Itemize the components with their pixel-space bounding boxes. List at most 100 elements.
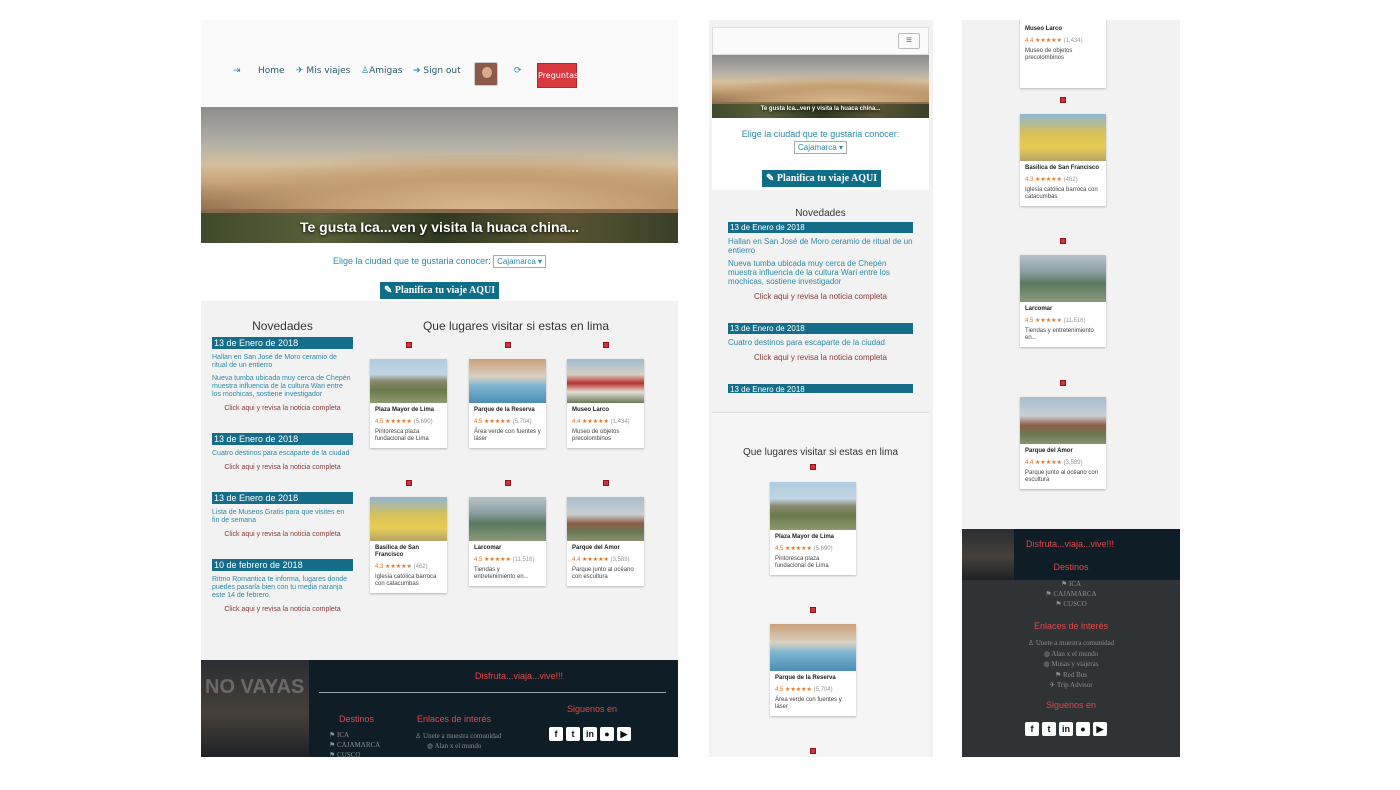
login-icon[interactable]: ⇥ [233, 66, 241, 76]
nav-signout[interactable]: ➔ Sign out [413, 66, 461, 76]
place-card[interactable]: Plaza Mayor de Lima 4.5 ★★★★★ (5,690) Pint… [370, 359, 447, 448]
place-card[interactable]: Parque del Amor 4.4 ★★★★★ (3,589) Parque j… [567, 497, 644, 586]
place-card[interactable]: Museo Larco 4.4 ★★★★★ (1,434) Museo de obj… [567, 359, 644, 448]
place-name: Larcomar [474, 545, 502, 551]
place-card[interactable]: Plaza Mayor de Lima 4.5 ★★★★★ (5,690) Pint… [770, 482, 856, 575]
destino-label: CAJAMARCA [337, 741, 381, 749]
city-select[interactable]: Cajamarca ▾ [493, 255, 547, 268]
rating-count: (462) [1063, 177, 1078, 183]
place-card[interactable]: Larcomar 4.5 ★★★★★ (11,516) Tiendas y entr… [469, 497, 546, 586]
place-rating: 4.3 ★★★★★ (462) [1025, 176, 1101, 183]
place-card[interactable]: Parque de la Reserva 4.5 ★★★★★ (5,704) Áre… [770, 624, 856, 716]
city-chooser: Elige la ciudad que te gustaria conocer:… [201, 255, 678, 268]
facebook-icon[interactable]: f [1025, 722, 1039, 736]
place-card[interactable]: Basilica de San Francisco 4.3 ★★★★★ (462)… [370, 497, 447, 593]
city-select[interactable]: Cajamarca ▾ [794, 141, 847, 154]
rating-value: 4.3 [1025, 177, 1034, 183]
youtube-icon[interactable]: ▶ [617, 727, 631, 741]
place-card[interactable]: Parque de la Reserva 4.5 ★★★★★ (5,704) Áre… [469, 359, 546, 448]
twitter-icon[interactable]: t [1042, 722, 1056, 736]
enlace-link[interactable]: ♙ Unete a muestra comunidad [962, 638, 1180, 649]
news-link[interactable]: Cuatro destinos para escaparte de la ciu… [728, 338, 913, 347]
enlace-link[interactable]: ✈ Trip Advisor [962, 680, 1180, 691]
apple-icon[interactable]: ● [1076, 722, 1090, 736]
news-link[interactable]: Ritmo Romantica te informa, lugares dond… [212, 576, 353, 600]
news-readmore[interactable]: Click aqui y revisa la noticia completa [212, 531, 353, 538]
places-title: Que lugares visitar si estas en lima [422, 319, 610, 333]
twitter-icon[interactable]: t [566, 727, 580, 741]
facebook-icon[interactable]: f [549, 727, 563, 741]
enlace-link[interactable]: ◍ Alan x el mundo [415, 741, 501, 751]
star-icons: ★★★★★ [582, 557, 609, 563]
news-link[interactable]: Lista de Museos Gratis para que visites … [212, 509, 353, 525]
news-link[interactable]: Hallan en San José de Moro ceramio de ri… [212, 354, 353, 370]
place-card[interactable]: Museo Larco 4.4 ★★★★★ (1,434) Museo de obj… [1020, 20, 1106, 88]
pin-icon [603, 342, 609, 348]
novedades-title: Novedades [252, 319, 313, 333]
linkedin-icon[interactable]: in [1059, 722, 1073, 736]
plan-button[interactable]: ✎ Planifica tu viaje AQUI [380, 282, 500, 299]
enlace-link[interactable]: ⚑ Red Bus [962, 670, 1180, 681]
refresh-icon[interactable]: ⟳ [514, 66, 522, 76]
preguntas-button[interactable]: Preguntas [537, 63, 578, 88]
news-readmore[interactable]: Click aqui y revisa la noticia completa [212, 606, 353, 613]
news-readmore[interactable]: Click aqui y revisa la noticia completa [212, 405, 353, 412]
news-readmore[interactable]: Click aqui y revisa la noticia completa [728, 353, 913, 362]
place-rating: 4.4 ★★★★★ (3,589) [1025, 459, 1101, 466]
destino-link[interactable]: ⚑ CUSCO [962, 599, 1180, 609]
friends-icon: ♙ [361, 66, 370, 76]
news-link[interactable]: Hallan en San José de Moro ceramio de ri… [728, 237, 913, 255]
hamburger-icon[interactable]: ≡ [898, 33, 920, 49]
news-link[interactable]: Nueva tumba ubicada muy cerca de Chepén … [212, 375, 353, 399]
rating-count: (3,589) [610, 557, 630, 563]
youtube-icon[interactable]: ▶ [1093, 722, 1107, 736]
destino-link[interactable]: ⚑ ICA [962, 579, 1180, 589]
linkedin-icon[interactable]: in [583, 727, 597, 741]
star-icons: ★★★★★ [1035, 460, 1062, 466]
place-rating: 4.4 ★★★★★ (3,589) [572, 556, 639, 563]
pin-icon [810, 464, 816, 470]
rating-count: (5,690) [413, 419, 433, 425]
avatar[interactable] [474, 62, 498, 86]
place-image [370, 359, 447, 403]
nav-mis-viajes[interactable]: ✈ Mis viajes [296, 66, 350, 76]
news-readmore[interactable]: Click aqui y revisa la noticia completa [212, 464, 353, 471]
enlace-link[interactable]: ◍ Musas y viajeras [962, 659, 1180, 670]
footer-enlaces: ♙ Unete a muestra comunidad ◍ Alan x el … [415, 731, 501, 751]
plan-label: Planifica tu viaje AQUI [394, 285, 496, 296]
nav-home[interactable]: Home [258, 66, 285, 76]
hero-caption: Te gusta Ica...ven y visita la huaca chi… [299, 219, 580, 235]
star-icons: ★★★★★ [1035, 177, 1062, 183]
destino-link[interactable]: ⚑ CAJAMARCA [329, 740, 380, 750]
news-date: 13 de Enero de 2018 [728, 384, 913, 393]
news-item: 10 de febrero de 2018 Ritmo Romantica te… [212, 559, 353, 613]
enlace-label: Red Bus [1063, 670, 1087, 679]
rating-count: (5,704) [512, 419, 532, 425]
rating-value: 4.5 [775, 687, 784, 693]
apple-icon[interactable]: ● [600, 727, 614, 741]
place-image [1020, 114, 1106, 161]
news-readmore[interactable]: Click aqui y revisa la noticia completa [728, 292, 913, 301]
top-nav: ⇥ Home ✈ Mis viajes ♙Amigas ➔ Sign out ⟳… [201, 20, 678, 107]
news-link[interactable]: Cuatro destinos para escaparte de la ciu… [212, 450, 353, 458]
nav-amigas[interactable]: ♙Amigas [361, 66, 402, 76]
city-label: Elige la ciudad que te gustaria conocer: [741, 129, 900, 139]
news-date: 13 de Enero de 2018 [212, 492, 353, 504]
plan-button[interactable]: ✎ Planifica tu viaje AQUI [762, 170, 882, 187]
destino-link[interactable]: ⚑ CAJAMARCA [962, 589, 1180, 599]
place-card[interactable]: Larcomar 4.5 ★★★★★ (11,516) Tiendas y entr… [1020, 255, 1106, 347]
place-card[interactable]: Basilica de San Francisco 4.3 ★★★★★ (462)… [1020, 114, 1106, 206]
place-rating: 4.5 ★★★★★ (11,516) [474, 556, 541, 563]
enlace-label: Trip Advisor [1056, 681, 1093, 689]
news-link[interactable]: Nueva tumba ubicada muy cerca de Chepén … [728, 259, 913, 286]
destino-link[interactable]: ⚑ ICA [329, 730, 380, 740]
place-card[interactable]: Parque del Amor 4.4 ★★★★★ (3,589) Parque j… [1020, 397, 1106, 489]
news-item: 13 de Enero de 2018 Cuatro destinos para… [212, 433, 353, 471]
pin-icon [505, 480, 511, 486]
enlace-link[interactable]: ♙ Unete a muestra comunidad [415, 731, 501, 741]
enlace-link[interactable]: ◍ Alan x el mundo [962, 649, 1180, 660]
destino-link[interactable]: ⚑ CUSCO [329, 750, 380, 757]
place-desc: Museo de objetos precolombinos [572, 429, 620, 442]
nav-amigas-label: Amigas [369, 66, 403, 76]
novedades-title: Novedades [795, 208, 846, 219]
